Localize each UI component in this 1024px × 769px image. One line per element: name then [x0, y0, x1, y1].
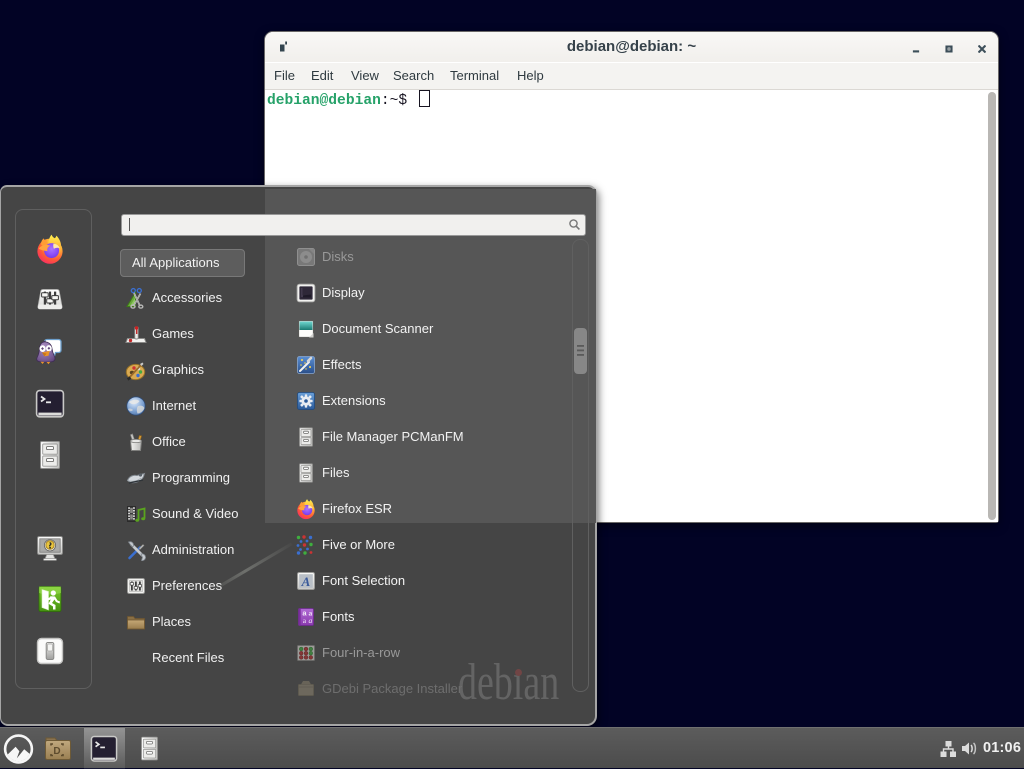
svg-text:a: a	[309, 616, 313, 625]
svg-text:A: A	[301, 574, 311, 589]
svg-text:D: D	[53, 746, 60, 757]
